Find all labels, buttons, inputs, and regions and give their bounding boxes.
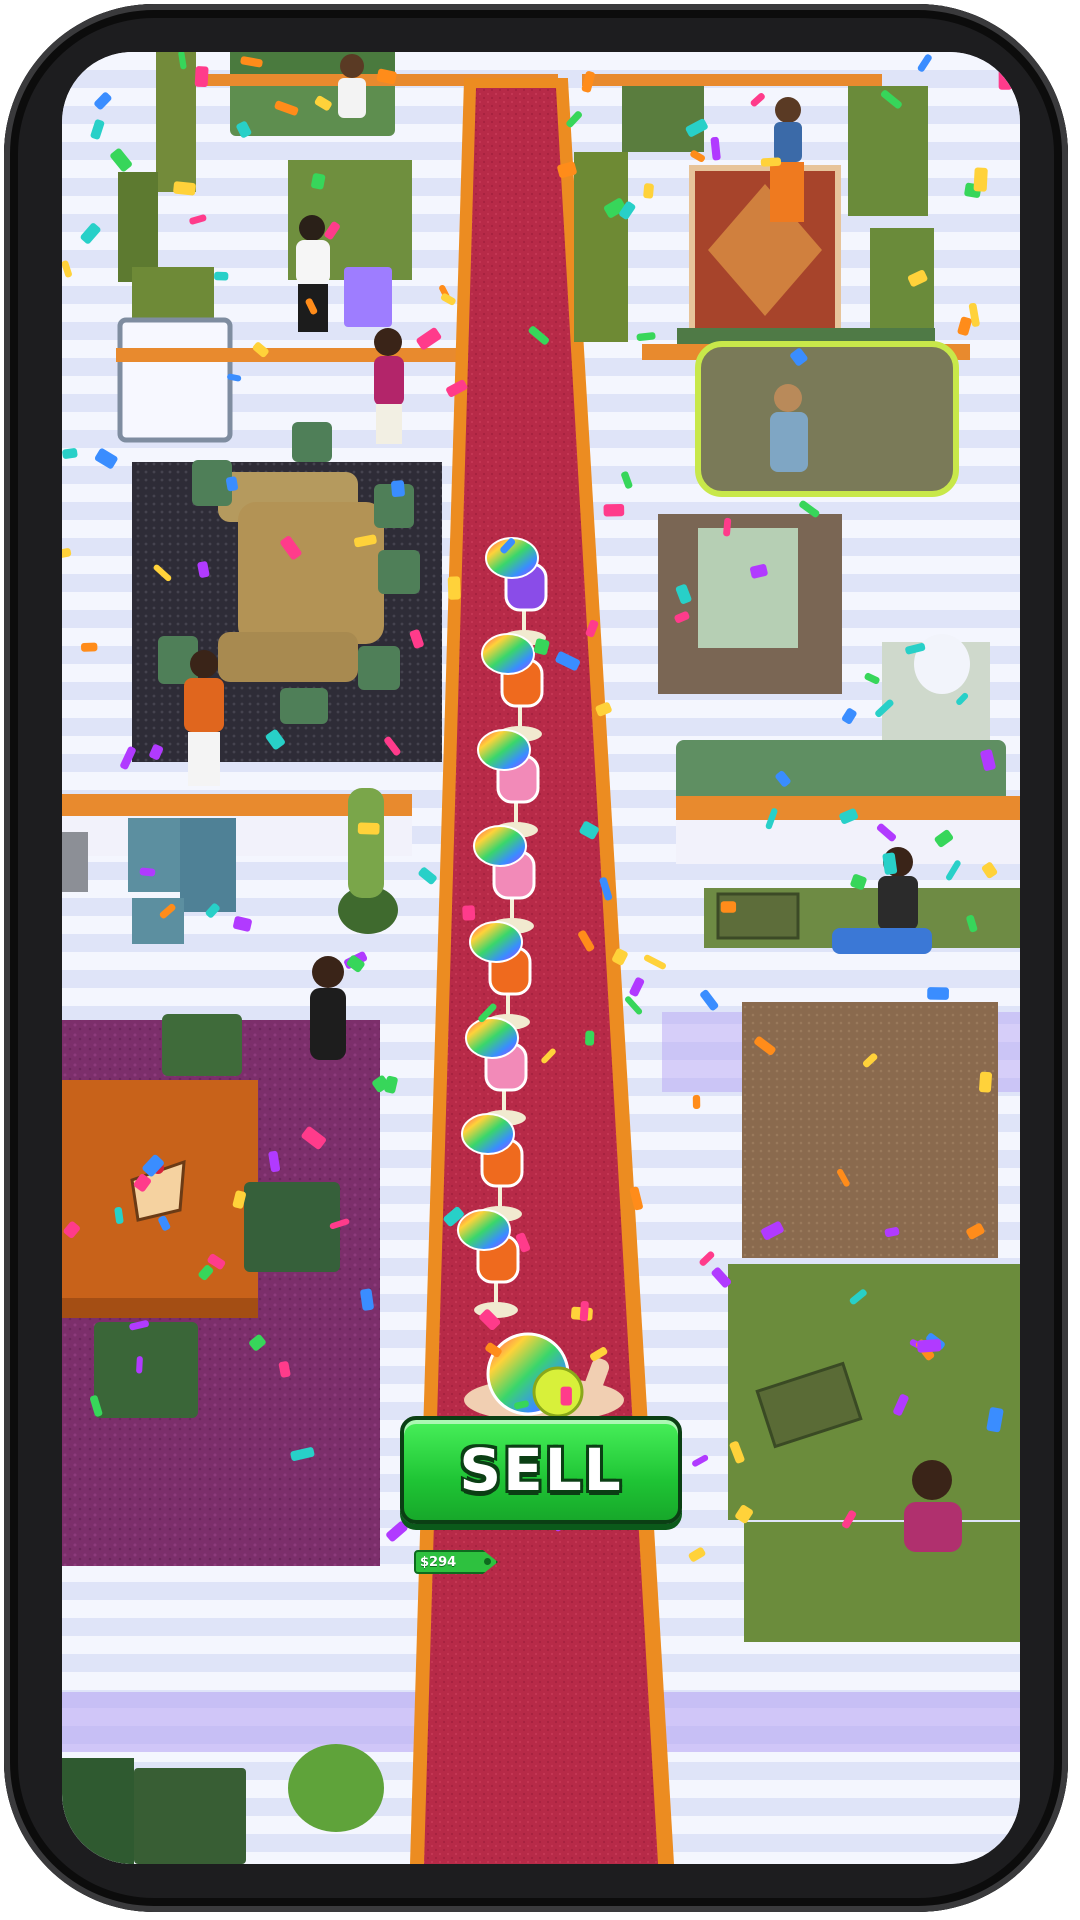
confetti-piece bbox=[462, 905, 476, 921]
confetti-piece bbox=[973, 167, 988, 192]
vase bbox=[914, 634, 970, 694]
green-ottoman bbox=[162, 1014, 242, 1076]
whiteboard bbox=[117, 317, 233, 443]
bookshelf bbox=[156, 52, 196, 192]
confetti-piece bbox=[998, 69, 1013, 90]
confetti-piece bbox=[447, 576, 461, 600]
confetti-piece bbox=[173, 181, 196, 196]
potted-plant bbox=[288, 1744, 384, 1832]
room-wall-orange bbox=[116, 348, 460, 362]
confetti-piece bbox=[579, 1301, 589, 1322]
purple-box bbox=[344, 267, 392, 327]
orange-table-edge bbox=[62, 1298, 258, 1318]
confetti-piece bbox=[391, 480, 405, 498]
confetti-piece bbox=[81, 642, 98, 652]
meeting-table bbox=[218, 632, 358, 682]
meeting-table bbox=[238, 502, 384, 644]
confetti-piece bbox=[560, 1386, 572, 1406]
marble-table bbox=[698, 528, 798, 648]
customer bbox=[374, 328, 404, 444]
file-cabinet bbox=[132, 898, 184, 944]
green-sideboard bbox=[622, 86, 704, 152]
confetti-piece bbox=[357, 822, 380, 835]
customer bbox=[310, 956, 346, 1060]
money-amount: $294 bbox=[420, 1554, 457, 1570]
green-ottoman bbox=[134, 1768, 246, 1864]
confetti-piece bbox=[692, 1094, 701, 1109]
green-cabinet bbox=[848, 86, 928, 216]
chair bbox=[358, 646, 400, 690]
confetti-piece bbox=[214, 271, 229, 281]
file-cabinet bbox=[128, 818, 184, 892]
chair bbox=[192, 460, 232, 506]
chair bbox=[280, 688, 328, 724]
confetti-piece bbox=[136, 1356, 143, 1374]
confetti-piece bbox=[760, 157, 782, 167]
room-wall-white bbox=[676, 820, 1020, 864]
confetti-piece bbox=[585, 1030, 595, 1046]
money-tag-hole bbox=[484, 1558, 491, 1565]
confetti-piece bbox=[720, 901, 737, 913]
chair bbox=[378, 550, 420, 594]
green-ottoman bbox=[94, 1322, 198, 1418]
green-ottoman bbox=[62, 1758, 134, 1864]
green-cabinet bbox=[574, 152, 628, 342]
customer bbox=[338, 54, 366, 118]
confetti-piece bbox=[643, 183, 654, 199]
brown-rug bbox=[742, 1002, 998, 1258]
sell-button[interactable]: SELL bbox=[400, 1416, 682, 1524]
green-table bbox=[744, 1522, 1020, 1642]
room-wall-orange bbox=[582, 74, 882, 86]
book bbox=[716, 892, 800, 940]
plant-leaves bbox=[348, 788, 384, 898]
confetti-piece bbox=[927, 987, 949, 1000]
confetti-piece bbox=[979, 1071, 993, 1093]
file-cabinet bbox=[180, 818, 236, 912]
phone-mockup: SELL $294 bbox=[0, 0, 1080, 1920]
ornate-sofa bbox=[695, 341, 959, 497]
confetti-piece bbox=[603, 503, 625, 517]
bookshelf bbox=[118, 172, 158, 282]
game-screen: SELL $294 bbox=[62, 52, 1020, 1864]
printer bbox=[62, 832, 88, 892]
chair bbox=[292, 422, 332, 462]
sell-button-label: SELL bbox=[459, 1436, 623, 1504]
confetti-piece bbox=[194, 66, 209, 88]
confetti-piece bbox=[917, 1339, 942, 1353]
green-ottoman bbox=[244, 1182, 340, 1272]
game-scene bbox=[62, 52, 1020, 1864]
